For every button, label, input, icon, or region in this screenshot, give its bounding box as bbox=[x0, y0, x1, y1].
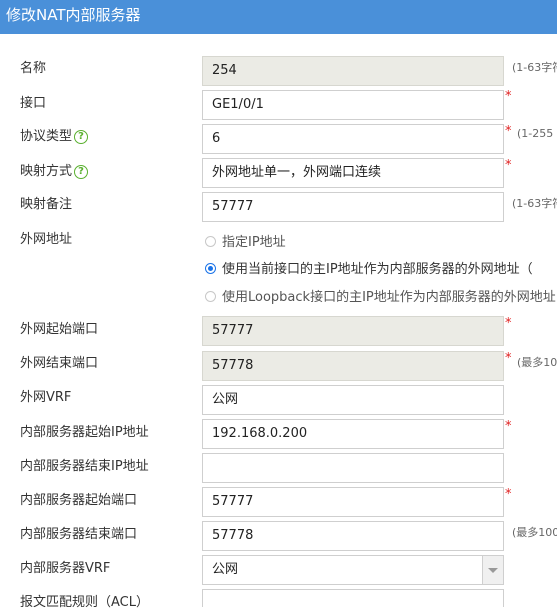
name-hint: (1-63字符 bbox=[512, 61, 557, 74]
int-end-ip-label: 内部服务器结束IP地址 bbox=[20, 459, 149, 474]
interface-field[interactable]: GE1/0/1 bbox=[202, 90, 504, 120]
ext-start-port-required-mark: * bbox=[505, 316, 512, 331]
acl-label: 报文匹配规则（ACL） bbox=[20, 595, 149, 610]
name-label: 名称 bbox=[20, 61, 47, 76]
acl-field[interactable] bbox=[202, 589, 504, 607]
protocol-field[interactable]: 6 bbox=[202, 124, 504, 154]
int-end-ip-field[interactable] bbox=[202, 453, 504, 483]
ext-end-port-required-mark: * bbox=[505, 351, 512, 366]
ext-end-port-hint: (最多10 bbox=[517, 356, 557, 369]
protocol-label: 协议类型? bbox=[20, 125, 89, 144]
int-end-port-label: 内部服务器结束端口 bbox=[20, 527, 138, 542]
radio-button-checked[interactable] bbox=[205, 263, 216, 274]
mapping-note-field[interactable]: 57777 bbox=[202, 192, 504, 222]
chevron-down-icon[interactable] bbox=[482, 556, 503, 584]
ext-end-port-field: 57778 bbox=[202, 351, 504, 381]
int-start-ip-field[interactable]: 192.168.0.200 bbox=[202, 419, 504, 449]
int-start-port-label: 内部服务器起始端口 bbox=[20, 493, 138, 508]
int-start-port-required-mark: * bbox=[505, 487, 512, 502]
interface-label: 接口 bbox=[20, 96, 47, 111]
radio-specify-ip[interactable]: 指定IP地址 bbox=[205, 231, 286, 250]
mapping-mode-required-mark: * bbox=[505, 158, 512, 173]
interface-required-mark: * bbox=[505, 89, 512, 104]
int-vrf-label: 内部服务器VRF bbox=[20, 561, 111, 576]
ext-vrf-label: 外网VRF bbox=[20, 390, 72, 405]
dialog-title: 修改NAT内部服务器 bbox=[0, 0, 557, 34]
int-vrf-select[interactable]: 公网 bbox=[202, 555, 504, 585]
ext-vrf-field[interactable]: 公网 bbox=[202, 385, 504, 415]
ext-end-port-label: 外网结束端口 bbox=[20, 356, 99, 371]
ext-start-port-label: 外网起始端口 bbox=[20, 322, 99, 337]
int-end-port-hint: (最多100 bbox=[512, 526, 557, 539]
mapping-note-label: 映射备注 bbox=[20, 197, 73, 212]
mapping-mode-field[interactable]: 外网地址单一，外网端口连续 bbox=[202, 158, 504, 188]
int-end-port-field[interactable]: 57778 bbox=[202, 521, 504, 551]
protocol-hint: (1-255 bbox=[517, 127, 554, 140]
mapping-note-hint: (1-63字符 bbox=[512, 197, 557, 210]
radio-button[interactable] bbox=[205, 291, 216, 302]
radio-current-interface[interactable]: 使用当前接口的主IP地址作为内部服务器的外网地址（ bbox=[205, 258, 533, 277]
int-start-ip-required-mark: * bbox=[505, 419, 512, 434]
radio-loopback[interactable]: 使用Loopback接口的主IP地址作为内部服务器的外网地址 bbox=[205, 286, 556, 305]
name-field: 254 bbox=[202, 56, 504, 86]
help-icon[interactable]: ? bbox=[74, 130, 89, 144]
int-start-ip-label: 内部服务器起始IP地址 bbox=[20, 425, 149, 440]
int-start-port-field[interactable]: 57777 bbox=[202, 487, 504, 517]
external-address-label: 外网地址 bbox=[20, 232, 73, 247]
mapping-mode-label: 映射方式? bbox=[20, 160, 89, 179]
ext-start-port-field: 57777 bbox=[202, 316, 504, 346]
help-icon[interactable]: ? bbox=[74, 165, 89, 179]
radio-button[interactable] bbox=[205, 236, 216, 247]
protocol-required-mark: * bbox=[505, 124, 512, 139]
